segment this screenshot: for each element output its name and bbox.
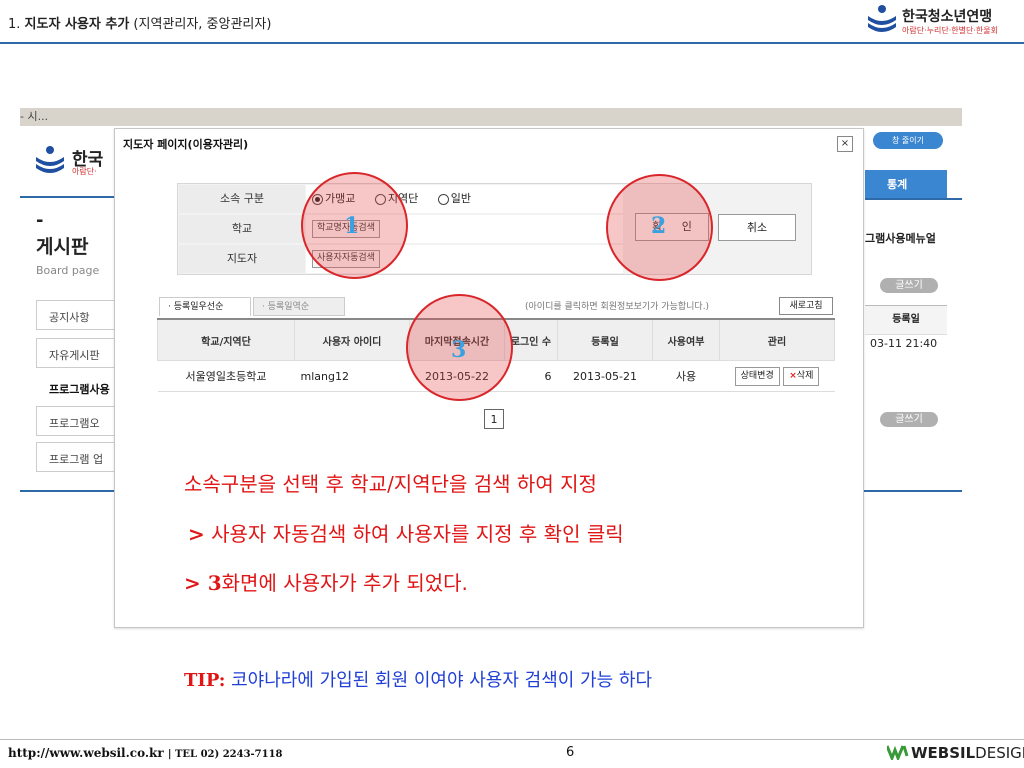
tip-label: TIP: — [184, 670, 226, 691]
annotation-number-2: 2 — [651, 213, 667, 239]
cell-user-id[interactable]: mlang12 — [294, 360, 410, 392]
delete-button-label: 삭제 — [796, 370, 814, 381]
col-school: 학교/지역단 — [157, 318, 295, 361]
footer-url[interactable]: http://www.websil.co.kr — [8, 746, 164, 760]
annotation-number-3: 3 — [451, 337, 467, 363]
instruction-line-2: > 사용자 자동검색 하여 사용자를 지정 후 확인 클릭 — [188, 518, 624, 547]
program-manual-link[interactable]: 그램사용메뉴얼 — [865, 230, 936, 246]
stats-tab-line — [865, 198, 962, 200]
site-logo-sub: 아람단· — [72, 167, 97, 176]
slide-title-prefix: 1. — [8, 17, 25, 32]
menu-item-program-error[interactable]: 프로그램오 — [36, 406, 115, 436]
menu-item-notice[interactable]: 공지사항 — [36, 300, 115, 330]
browser-title-text: - 시... — [20, 110, 49, 123]
reg-date-value: 03-11 21:40 — [870, 337, 938, 350]
col-manage: 관리 — [719, 318, 835, 361]
instruction-line-3-text: 화면에 사용자가 추가 되었다. — [221, 571, 468, 595]
school-label: 학교 — [179, 215, 305, 243]
instruction-line-2-text: 사용자 자동검색 하여 사용자를 지정 후 확인 클릭 — [204, 522, 624, 546]
header-divider — [0, 42, 1024, 44]
instruction-line-3-prefix: > 3 — [184, 571, 222, 595]
menu-item-program-update[interactable]: 프로그램 업 — [36, 442, 115, 472]
change-status-button[interactable]: 상태변경 — [734, 366, 780, 386]
col-user-id: 사용자 아이디 — [294, 318, 410, 361]
board-subtitle: Board page — [36, 264, 100, 277]
slide-title: 1. 지도자 사용자 추가 (지역관리자, 중앙관리자) — [8, 13, 271, 32]
footer-brand-bold: WEBSIL — [911, 744, 976, 762]
menu-item-program-use[interactable]: 프로그램사용 — [36, 372, 115, 402]
site-emblem-icon — [36, 146, 64, 173]
instruction-line-3: > 3화면에 사용자가 추가 되었다. — [184, 567, 468, 596]
instruction-line-2-prefix: > — [188, 522, 205, 546]
cell-manage: 상태변경 ×삭제 — [719, 360, 835, 392]
slide-title-suffix: (지역관리자, 중앙관리자) — [129, 17, 272, 32]
board-title: 게시판 — [36, 236, 89, 258]
cancel-button[interactable]: 취소 — [718, 214, 796, 241]
reg-date-header: 등록일 — [865, 305, 947, 335]
cell-school: 서울영일초등학교 — [157, 360, 295, 392]
refresh-button[interactable]: 새로고침 — [779, 297, 833, 315]
annotation-number-1: 1 — [344, 213, 360, 239]
websil-logo-icon — [885, 745, 909, 763]
menu-item-free-board[interactable]: 자유게시판 — [36, 338, 115, 368]
modal-title: 지도자 페이지(이용자관리) — [123, 138, 249, 151]
write-button[interactable]: 글쓰기 — [880, 278, 938, 293]
org-emblem-icon — [868, 5, 896, 32]
tab-statistics[interactable]: 통계 — [865, 170, 947, 200]
page-number: 6 — [566, 745, 575, 760]
col-reg-date: 등록일 — [557, 318, 653, 361]
tip-text: 코야나라에 가입된 회원 이여야 사용자 검색이 가능 하다 — [225, 670, 653, 691]
affiliation-label: 소속 구분 — [179, 185, 305, 213]
org-logo-sub: 아람단·누리단·한별단·한울회 — [902, 26, 998, 35]
org-logo-text: 한국청소년연맹 — [902, 9, 993, 25]
shrink-window-button[interactable]: 창 줄이기 — [873, 132, 943, 149]
site-nav-line — [20, 196, 115, 198]
pagination-page[interactable]: 1 — [484, 409, 504, 429]
tab-sort-newest[interactable]: · 등록일우선순 — [159, 297, 251, 316]
cell-login-count: 6 — [504, 360, 558, 392]
write-button-secondary[interactable]: 글쓰기 — [880, 412, 938, 427]
footer-contact: http://www.websil.co.kr | TEL 02) 2243-7… — [8, 746, 283, 760]
tab-sort-oldest[interactable]: · 등록일역순 — [253, 297, 345, 316]
radio-general[interactable] — [437, 193, 449, 205]
delete-button[interactable]: ×삭제 — [783, 366, 820, 386]
close-icon[interactable]: × — [837, 136, 853, 152]
delete-x-icon: × — [789, 370, 797, 381]
slide-title-main: 지도자 사용자 추가 — [24, 17, 130, 32]
footer-divider — [0, 739, 1024, 740]
id-click-hint: (아이디를 클릭하면 회원정보보기가 가능합니다.) — [525, 302, 710, 312]
browser-title-bar — [20, 108, 962, 126]
footer-tel: | TEL 02) 2243-7118 — [167, 749, 283, 760]
tip-line: TIP: 코야나라에 가입된 회원 이여야 사용자 검색이 가능 하다 — [184, 666, 652, 692]
filter-panel: 소속 구분 가맹교 지역단 일반 학교 학교명자동검색 지도자 사용자자동검색 — [177, 183, 812, 275]
cell-reg-date: 2013-05-21 — [557, 360, 653, 392]
footer-brand: WEBSILDESIGN — [885, 744, 1024, 763]
footer-brand-light: DESIGN — [975, 744, 1024, 762]
site-dash: - — [36, 210, 44, 231]
radio-general-label[interactable]: 일반 — [451, 192, 471, 205]
cell-status: 사용 — [652, 360, 720, 392]
col-status: 사용여부 — [652, 318, 720, 361]
org-logo: 한국청소년연맹 아람단·누리단·한별단·한울회 — [866, 4, 1022, 40]
instruction-line-1: 소속구분을 선택 후 학교/지역단을 검색 하여 지정 — [184, 472, 597, 496]
leader-label: 지도자 — [179, 245, 305, 273]
